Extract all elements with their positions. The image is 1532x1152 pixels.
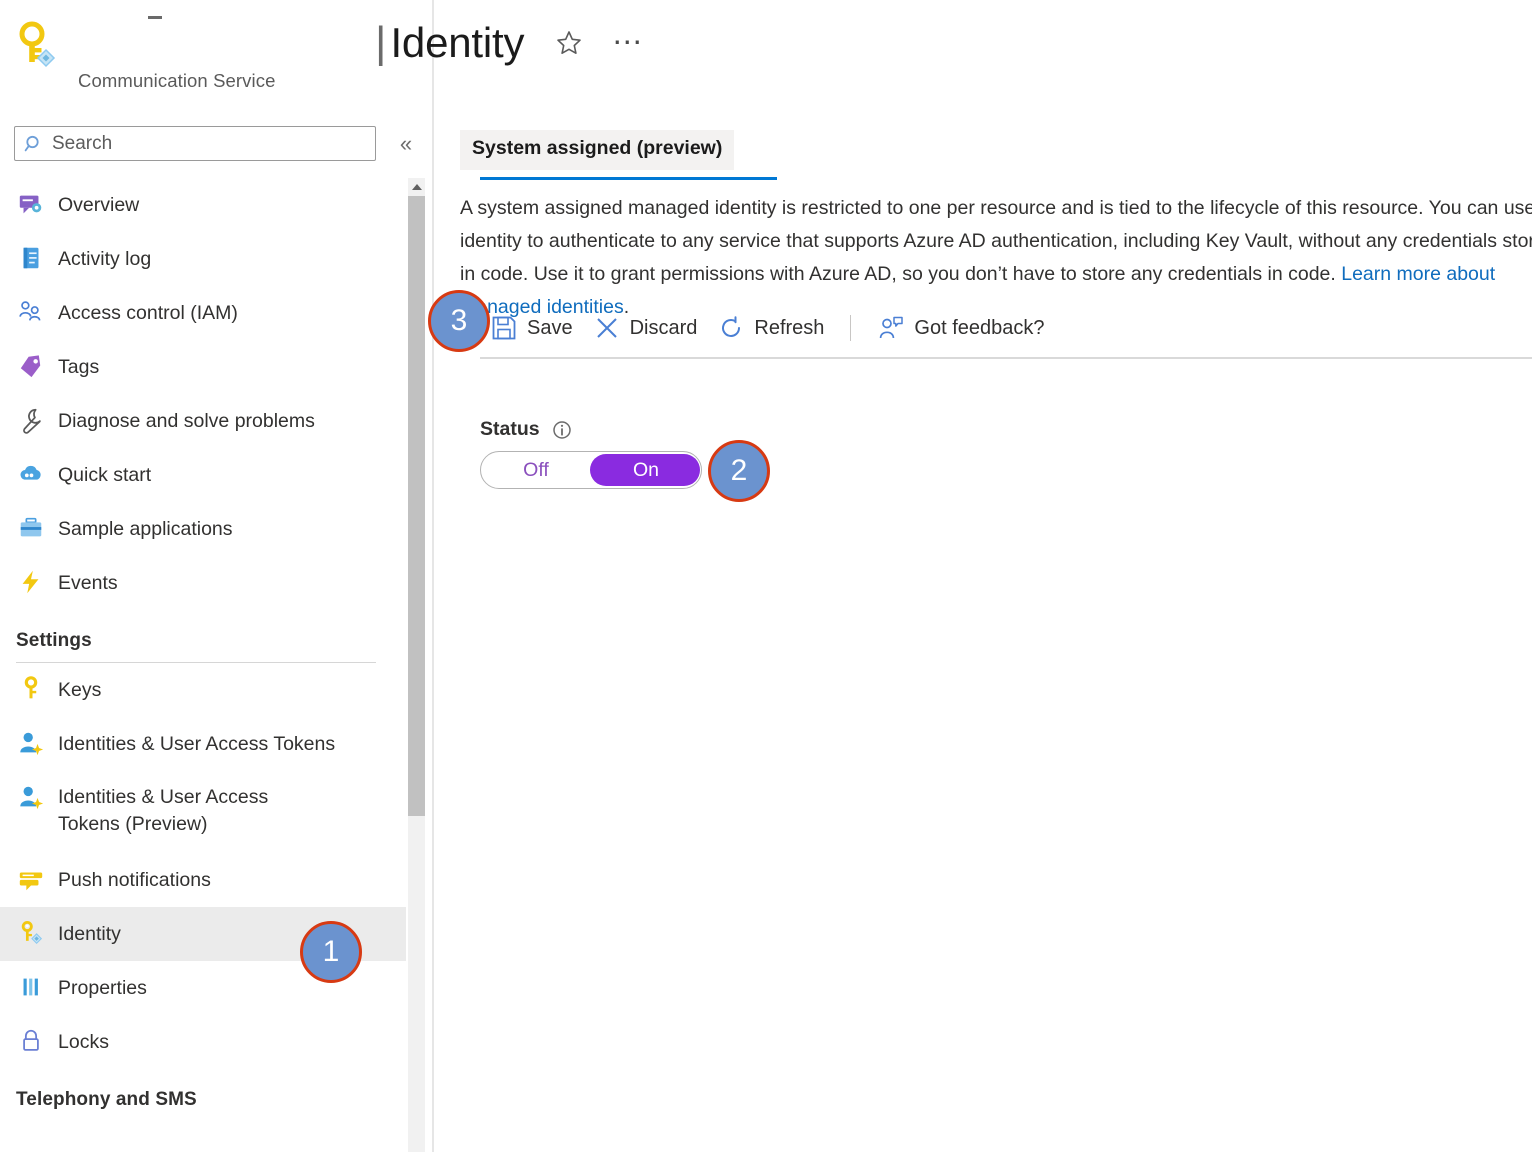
tab-system-assigned[interactable]: System assigned (preview) bbox=[460, 130, 735, 170]
overview-icon bbox=[16, 189, 46, 219]
toolbar-separator bbox=[850, 315, 852, 341]
star-icon[interactable] bbox=[554, 28, 584, 58]
description-text: A system assigned managed identity is re… bbox=[460, 192, 1532, 324]
info-icon[interactable] bbox=[552, 420, 572, 440]
wrench-icon bbox=[16, 405, 46, 435]
save-label: Save bbox=[527, 316, 573, 339]
resource-header: Communication Service bbox=[0, 0, 434, 110]
sidebar-item-activity-log[interactable]: Activity log bbox=[0, 232, 406, 286]
sidebar-item-label: Identities & User Access Tokens (Preview… bbox=[58, 786, 269, 835]
briefcase-icon bbox=[16, 513, 46, 543]
status-label-row: Status bbox=[480, 418, 702, 441]
command-toolbar: Save Discard Refresh Got feedback? bbox=[480, 306, 1055, 350]
feedback-person-icon bbox=[877, 314, 905, 342]
tab-list: System assigned (preview) bbox=[460, 130, 1532, 182]
azure-portal-blade: Communication Service « bbox=[0, 0, 1532, 1152]
save-disk-icon bbox=[490, 314, 518, 342]
nav-group-telephony-and-sms: Telephony and SMS bbox=[0, 1069, 406, 1111]
close-x-icon bbox=[593, 314, 621, 342]
sidebar-scrollbar-thumb[interactable] bbox=[408, 196, 425, 816]
sidebar-item-identities-user-access-tokens[interactable]: Identities & User Access Tokens bbox=[0, 717, 406, 771]
save-button[interactable]: Save bbox=[480, 308, 583, 348]
sidebar-item-label: Push notifications bbox=[58, 869, 211, 891]
sidebar-item-label: Diagnose and solve problems bbox=[58, 410, 315, 432]
page-title: | Identity ⋯ bbox=[375, 18, 644, 68]
lock-icon bbox=[16, 1026, 46, 1056]
sidebar-item-label: Tags bbox=[58, 356, 100, 378]
activity-log-icon bbox=[16, 243, 46, 273]
annotation-badge-3: 3 bbox=[428, 290, 490, 352]
search-input[interactable] bbox=[50, 128, 350, 159]
title-separator: | bbox=[375, 18, 387, 67]
tag-icon bbox=[16, 351, 46, 381]
sidebar-item-quick-start[interactable]: Quick start bbox=[0, 448, 406, 502]
refresh-label: Refresh bbox=[754, 316, 825, 339]
user-add-icon bbox=[16, 782, 46, 812]
sidebar-item-label: Locks bbox=[58, 1031, 109, 1053]
cloud-icon bbox=[16, 459, 46, 489]
discard-label: Discard bbox=[629, 316, 698, 339]
sidebar-item-label: Sample applications bbox=[58, 518, 233, 540]
lightning-icon bbox=[16, 567, 46, 597]
sidebar-item-label: Identity bbox=[58, 923, 121, 945]
ellipsis-icon[interactable]: ⋯ bbox=[612, 28, 644, 58]
status-section: Status Off On bbox=[480, 418, 702, 489]
sidebar-item-label: Events bbox=[58, 572, 118, 594]
key-diamond-icon bbox=[16, 918, 46, 948]
scroll-up-arrow-icon[interactable] bbox=[408, 178, 425, 195]
resource-name-truncated bbox=[148, 16, 162, 19]
resource-menu-list: Overview Activity log Access control (IA… bbox=[0, 178, 406, 1152]
sidebar-item-tags[interactable]: Tags bbox=[0, 340, 406, 394]
sidebar-item-diagnose[interactable]: Diagnose and solve problems bbox=[0, 394, 406, 448]
key-diamond-icon bbox=[16, 20, 60, 72]
refresh-circle-icon bbox=[717, 314, 745, 342]
sidebar-item-label: Identities & User Access Tokens bbox=[58, 733, 336, 755]
feedback-label: Got feedback? bbox=[914, 316, 1045, 339]
sidebar-item-label: Activity log bbox=[58, 248, 152, 270]
nav-group-settings: Settings bbox=[0, 610, 406, 663]
access-control-icon bbox=[16, 297, 46, 327]
annotation-badge-2: 2 bbox=[708, 440, 770, 502]
sidebar-item-locks[interactable]: Locks bbox=[0, 1015, 406, 1069]
divider bbox=[432, 0, 434, 1152]
user-add-icon bbox=[16, 728, 46, 758]
refresh-button[interactable]: Refresh bbox=[707, 308, 834, 348]
push-notification-icon bbox=[16, 864, 46, 894]
sidebar-item-label: Keys bbox=[58, 679, 102, 701]
collapse-panel-chevron-icon[interactable]: « bbox=[392, 130, 420, 158]
sidebar-item-sample-applications[interactable]: Sample applications bbox=[0, 502, 406, 556]
annotation-badge-1: 1 bbox=[300, 921, 362, 983]
sidebar-item-label: Properties bbox=[58, 977, 147, 999]
search-box[interactable] bbox=[14, 126, 376, 161]
main-content: System assigned (preview) A system assig… bbox=[460, 130, 1532, 489]
discard-button[interactable]: Discard bbox=[583, 308, 708, 348]
status-label: Status bbox=[480, 418, 540, 440]
resource-menu-panel: Communication Service « bbox=[0, 0, 434, 1152]
sidebar-item-access-control[interactable]: Access control (IAM) bbox=[0, 286, 406, 340]
tab-active-indicator bbox=[480, 177, 777, 180]
nav-group-title: Telephony and SMS bbox=[16, 1089, 197, 1110]
toggle-option-on[interactable]: On bbox=[591, 452, 701, 488]
search-icon bbox=[24, 134, 44, 154]
toggle-option-off[interactable]: Off bbox=[481, 452, 591, 488]
sidebar-item-label: Access control (IAM) bbox=[58, 302, 238, 324]
sidebar-item-label: Quick start bbox=[58, 464, 152, 486]
sidebar-item-keys[interactable]: Keys bbox=[0, 663, 406, 717]
sidebar-item-label: Overview bbox=[58, 194, 140, 216]
sidebar-item-overview[interactable]: Overview bbox=[0, 178, 406, 232]
properties-icon bbox=[16, 972, 46, 1002]
sidebar-item-events[interactable]: Events bbox=[0, 556, 406, 610]
resource-type-label: Communication Service bbox=[78, 70, 276, 91]
divider bbox=[480, 357, 1532, 359]
key-icon bbox=[16, 674, 46, 704]
status-toggle[interactable]: Off On bbox=[480, 451, 702, 489]
nav-group-title: Settings bbox=[16, 630, 92, 651]
page-title-text: Identity bbox=[390, 19, 525, 66]
sidebar-item-identities-user-access-tokens-preview[interactable]: Identities & User Access Tokens (Preview… bbox=[0, 771, 406, 853]
got-feedback-button[interactable]: Got feedback? bbox=[867, 308, 1054, 348]
sidebar-item-push-notifications[interactable]: Push notifications bbox=[0, 853, 406, 907]
